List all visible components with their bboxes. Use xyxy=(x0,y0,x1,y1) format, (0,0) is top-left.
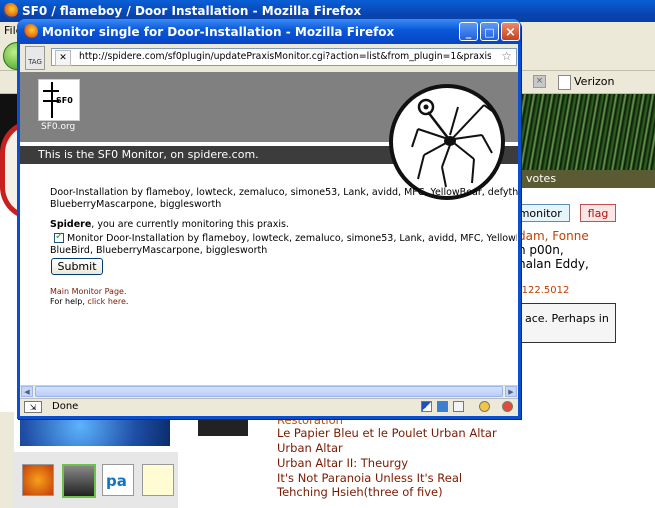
popup-title: Monitor single for Door-Installation - M… xyxy=(42,25,395,39)
background-window-title: SF0 / flameboy / Door Installation - Moz… xyxy=(22,4,362,18)
monitor-checkbox-label[interactable]: Monitor Door-Installation by flameboy, l… xyxy=(67,233,517,245)
close-button[interactable]: × xyxy=(501,22,520,41)
thumbnail-pa[interactable]: pa xyxy=(102,464,134,496)
page-icon xyxy=(558,75,571,90)
block-icon[interactable] xyxy=(502,401,513,412)
firefox-icon xyxy=(3,3,18,18)
help-link[interactable]: click here xyxy=(87,297,125,306)
participant-name: nalan Eddy, xyxy=(518,257,589,271)
participant-name: n p00n, xyxy=(518,243,564,257)
thumbnail-portrait[interactable] xyxy=(62,464,96,498)
minimize-button[interactable]: _ xyxy=(459,22,478,41)
monitor-checkbox-label-continued: BlueBird, BlueberryMascarpone, biggleswo… xyxy=(50,245,268,256)
monitoring-status-text: , you are currently monitoring this prax… xyxy=(91,219,289,230)
status-text: Done xyxy=(52,401,79,412)
praxis-description-continued: BlueberryMascarpone, bigglesworth xyxy=(50,199,222,210)
praxis-link[interactable]: Urban Altar xyxy=(277,441,343,455)
scrollbar-thumb[interactable] xyxy=(35,386,503,397)
scroll-left-arrow-icon[interactable]: ◀ xyxy=(21,386,33,397)
praxis-link[interactable]: It's Not Paranoia Unless It's Real xyxy=(277,471,462,485)
bookmark-verizon-label: Verizon xyxy=(574,75,615,88)
status-tray-icon[interactable] xyxy=(437,401,448,412)
participant-name[interactable]: dam, Fonne xyxy=(518,229,589,243)
thumbnail-yellow[interactable] xyxy=(142,464,174,496)
help-prefix: For help, xyxy=(50,297,88,306)
praxis-link[interactable]: Tehching Hsieh(three of five) xyxy=(277,485,443,499)
status-tray-icon[interactable] xyxy=(421,401,432,412)
url-text: http://spidere.com/sf0plugin/updatePraxi… xyxy=(79,51,491,62)
maximize-button[interactable]: □ xyxy=(480,22,499,41)
help-text: For help, click here. xyxy=(50,297,128,306)
popup-titlebar[interactable]: Monitor single for Door-Installation - M… xyxy=(17,19,521,44)
praxis-link[interactable]: Urban Altar II: Theurgy xyxy=(277,456,408,470)
mail-icon[interactable] xyxy=(453,401,464,412)
sfo-label: SF0.org xyxy=(41,122,76,132)
description-box: ace. Perhaps in xyxy=(518,303,616,343)
spider-logo-icon xyxy=(389,84,505,200)
scroll-right-arrow-icon[interactable]: ▶ xyxy=(505,386,517,397)
help-suffix: . xyxy=(125,297,129,306)
main-monitor-link[interactable]: Main Monitor Page. xyxy=(50,287,127,296)
votes-bar: votes xyxy=(518,170,655,188)
sidebar-strip xyxy=(0,412,14,508)
site-icon: ✕ xyxy=(55,50,71,66)
sfo-logo-text: SF0 xyxy=(56,96,73,105)
tag-icon[interactable]: TAG xyxy=(25,46,45,70)
praxis-description: Door-Installation by flameboy, lowteck, … xyxy=(50,187,518,198)
thumbnail-orange[interactable] xyxy=(22,464,54,496)
checkmark-icon: ✓ xyxy=(55,231,64,242)
monitoring-status: Spidere, you are currently monitoring th… xyxy=(50,219,289,230)
monitor-checkbox[interactable]: ✓ xyxy=(54,231,64,243)
flag-button[interactable]: flag xyxy=(580,204,616,222)
header-grass-image xyxy=(518,94,655,170)
firefox-icon xyxy=(23,24,38,39)
bookmark-star-icon[interactable]: ☆ xyxy=(501,49,512,63)
sfo-logo[interactable]: SF0 xyxy=(38,79,80,121)
submit-button[interactable]: Submit xyxy=(51,258,103,275)
praxis-link[interactable]: Le Papier Bleu et le Poulet Urban Altar xyxy=(277,426,497,440)
username: Spidere xyxy=(50,219,92,230)
close-tab-icon[interactable]: × xyxy=(533,75,546,88)
status-page-icon: ⇲ xyxy=(24,401,42,413)
coordinate-text: -122.5012 xyxy=(518,285,570,296)
smiley-icon[interactable] xyxy=(479,401,490,412)
tagline: This is the SF0 Monitor, on spidere.com. xyxy=(38,148,259,161)
url-field[interactable]: ✕ http://spidere.com/sf0plugin/updatePra… xyxy=(51,48,517,66)
bookmark-verizon[interactable]: Verizon xyxy=(558,74,615,90)
thumbnail-pa-text: pa xyxy=(106,472,127,490)
